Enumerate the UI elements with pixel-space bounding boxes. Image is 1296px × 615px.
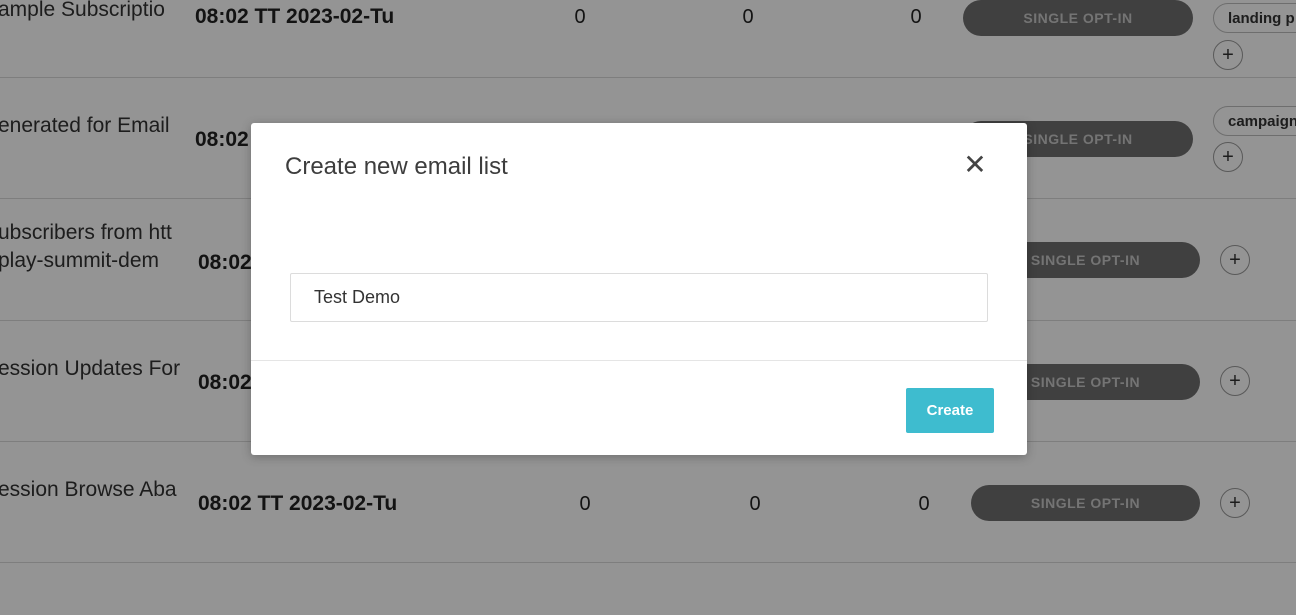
modal-divider (251, 360, 1027, 361)
create-list-modal: Create new email list ✕ Create (251, 123, 1027, 455)
modal-title: Create new email list (285, 153, 508, 180)
close-icon[interactable]: ✕ (961, 151, 989, 180)
create-button[interactable]: Create (906, 388, 994, 433)
email-lists-page: ample Subscriptio 08:02 TT 2023-02-Tu 0 … (0, 0, 1296, 615)
list-name-input[interactable] (290, 273, 988, 322)
